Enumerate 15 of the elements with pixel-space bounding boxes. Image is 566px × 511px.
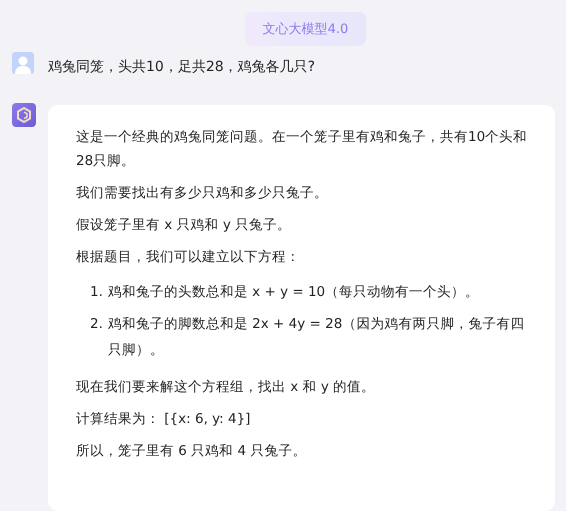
list-number: 2. bbox=[90, 315, 103, 334]
question-text: 鸡兔同笼，头共10，足共28，鸡兔各几只? bbox=[48, 58, 316, 77]
answer-paragraph: 所以，笼子里有 6 只鸡和 4 只兔子。 bbox=[76, 442, 308, 461]
answer-paragraph: 假设笼子里有 x 只鸡和 y 只兔子。 bbox=[76, 216, 292, 235]
answer-paragraph: 根据题目，我们可以建立以下方程： bbox=[76, 248, 301, 267]
list-item-text: 鸡和兔子的头数总和是 x + y = 10（每只动物有一个头）。 bbox=[108, 283, 480, 302]
model-badge: 文心大模型4.0 bbox=[244, 12, 366, 46]
list-number: 1. bbox=[90, 283, 103, 302]
list-item-text: 鸡和兔子的脚数总和是 2x + 4y = 28（因为鸡有两只脚，兔子有四只脚）。 bbox=[108, 315, 526, 360]
answer-paragraph: 我们需要找出有多少只鸡和多少只兔子。 bbox=[76, 184, 329, 203]
answer-paragraph: 这是一个经典的鸡兔同笼问题。在一个笼子里有鸡和兔子，共有10个头和28只脚。 bbox=[76, 128, 528, 171]
user-avatar-icon bbox=[12, 52, 34, 74]
answer-paragraph: 现在我们要来解这个方程组，找出 x 和 y 的值。 bbox=[76, 378, 376, 397]
bot-avatar-icon bbox=[12, 103, 36, 127]
answer-paragraph: 计算结果为： [{x: 6, y: 4}] bbox=[76, 410, 252, 429]
